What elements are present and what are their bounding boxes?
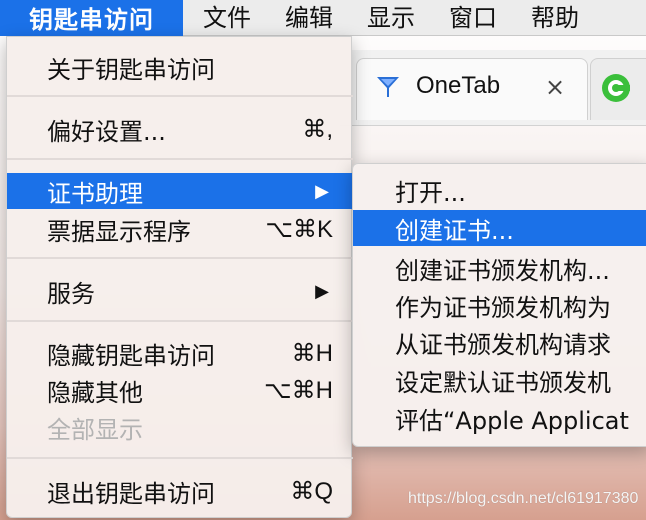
menubar-help[interactable]: 帮助: [531, 0, 579, 36]
menu-bar: 钥匙串访问 文件 编辑 显示 窗口 帮助: [0, 0, 646, 36]
submenu-item-evaluate[interactable]: 评估“Apple Applicat: [353, 400, 646, 436]
menu-item-about[interactable]: 关于钥匙串访问: [7, 49, 353, 85]
submenu-item-request-from-ca[interactable]: 从证书颁发机构请求: [353, 324, 646, 360]
certificate-assistant-submenu: 打开... 创建证书... 创建证书颁发机构... 作为证书颁发机构为 从证书颁…: [352, 163, 646, 447]
shortcut-label: ⌘Q: [290, 477, 333, 505]
menu-separator: [7, 158, 353, 160]
keychain-access-menu: 关于钥匙串访问 偏好设置... ⌘, 证书助理 ▶ 票据显示程序 ⌥⌘K 服务 …: [6, 36, 353, 518]
shortcut-label: ⌘H: [291, 339, 333, 367]
menu-item-hide-others[interactable]: 隐藏其他 ⌥⌘H: [7, 372, 353, 408]
menubar-edit[interactable]: 编辑: [285, 0, 333, 36]
menu-item-show-all: 全部显示: [47, 415, 143, 444]
submenu-item-open[interactable]: 打开...: [353, 172, 646, 208]
browser-tab-title: OneTab: [416, 72, 501, 99]
submenu-item-create-ca[interactable]: 创建证书颁发机构...: [353, 250, 646, 286]
watermark-url: https://blog.csdn.net/cl61917380: [408, 490, 639, 507]
menubar-app-keychain-access[interactable]: 钥匙串访问: [0, 0, 183, 36]
menu-item-services[interactable]: 服务 ▶: [7, 273, 353, 309]
menu-item-hide-keychain[interactable]: 隐藏钥匙串访问 ⌘H: [7, 335, 353, 371]
menu-item-certificate-assistant[interactable]: 证书助理 ▶: [7, 173, 353, 209]
menu-separator: [7, 257, 353, 259]
menubar-window[interactable]: 窗口: [449, 0, 497, 36]
menu-separator: [7, 320, 353, 322]
submenu-arrow-icon: ▶: [315, 280, 329, 302]
menu-separator: [7, 95, 353, 97]
submenu-arrow-icon: ▶: [315, 180, 329, 202]
close-icon[interactable]: ×: [542, 72, 568, 102]
menu-item-quit[interactable]: 退出钥匙串访问 ⌘Q: [7, 473, 353, 509]
menubar-view[interactable]: 显示: [367, 0, 415, 36]
onetab-funnel-icon: [377, 77, 399, 97]
menubar-file[interactable]: 文件: [203, 0, 251, 36]
menu-item-preferences[interactable]: 偏好设置... ⌘,: [7, 111, 353, 147]
menu-separator: [7, 457, 353, 459]
shortcut-label: ⌘,: [302, 115, 333, 143]
submenu-item-create-certificate[interactable]: 创建证书...: [353, 210, 646, 246]
shortcut-label: ⌥⌘H: [264, 376, 333, 404]
submenu-item-set-default-ca[interactable]: 设定默认证书颁发机: [353, 362, 646, 398]
shortcut-label: ⌥⌘K: [265, 215, 333, 243]
chrome-like-icon: [602, 74, 630, 102]
submenu-item-act-as-ca[interactable]: 作为证书颁发机构为: [353, 287, 646, 323]
menu-item-ticket-viewer[interactable]: 票据显示程序 ⌥⌘K: [7, 211, 353, 247]
